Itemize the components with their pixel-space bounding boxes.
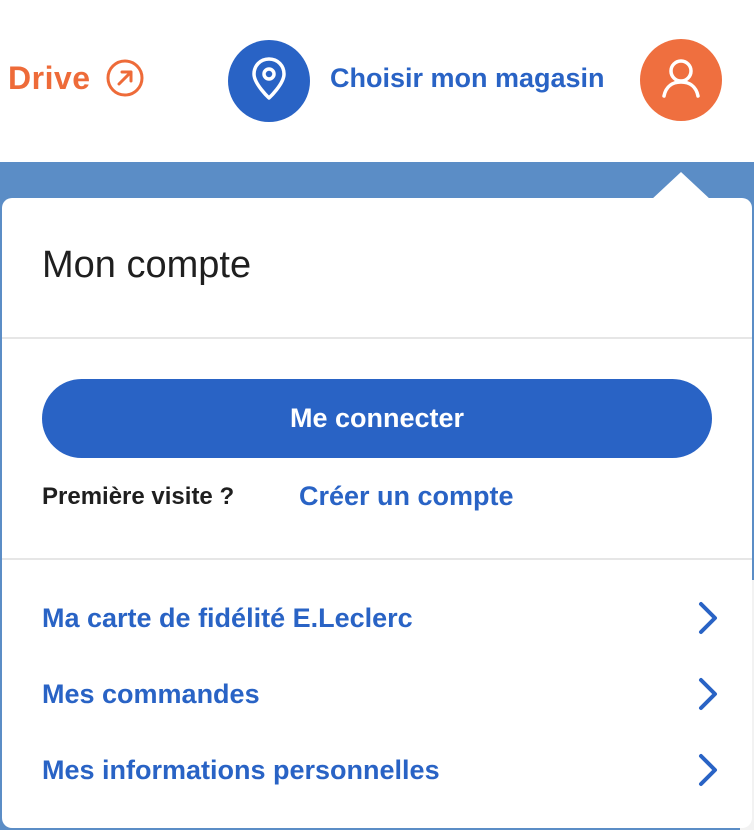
login-button[interactable]: Me connecter [42,379,712,458]
panel-title: Mon compte [42,244,252,286]
site-header: Drive Choisir mon magasin [0,0,754,162]
menu-item-personal-info[interactable]: Mes informations personnelles [42,745,722,795]
chevron-right-icon [694,750,722,790]
account-button[interactable] [640,39,722,121]
menu-item-label: Mes informations personnelles [42,754,440,785]
account-dropdown: Mon compte Me connecter Première visite … [2,198,752,828]
menu-item-loyalty-card[interactable]: Ma carte de fidélité E.Leclerc [42,593,722,643]
external-arrow-icon [105,58,145,98]
store-locator-button[interactable] [228,40,310,122]
first-visit-label: Première visite ? [42,483,235,510]
chevron-right-icon [694,598,722,638]
menu-item-label: Mes commandes [42,678,260,709]
choose-store-link[interactable]: Choisir mon magasin [330,63,605,94]
create-account-link[interactable]: Créer un compte [299,481,514,512]
user-icon [659,56,703,105]
chevron-right-icon [694,674,722,714]
drive-label: Drive [8,59,91,96]
dropdown-pointer [651,172,711,200]
menu-item-orders[interactable]: Mes commandes [42,669,722,719]
menu-item-label: Ma carte de fidélité E.Leclerc [42,602,413,633]
divider [2,558,752,560]
map-pin-icon [251,56,287,107]
divider [2,337,752,339]
drive-link[interactable]: Drive [8,58,145,98]
